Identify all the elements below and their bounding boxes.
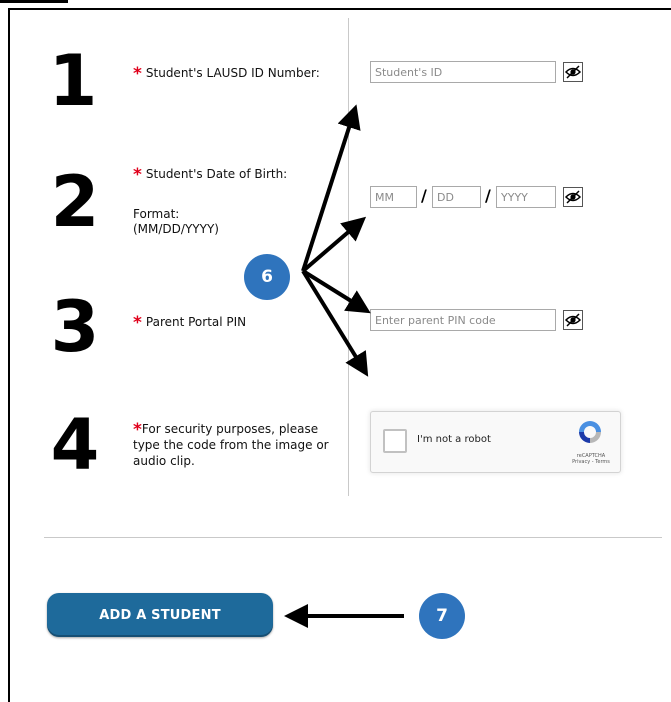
arrow-to-dob <box>301 216 367 273</box>
dob-year-input[interactable] <box>496 186 556 208</box>
eye-icon[interactable] <box>563 310 583 330</box>
dob-month-input[interactable] <box>370 186 417 208</box>
recaptcha-label: I'm not a robot <box>417 434 491 445</box>
frame-top-border <box>8 8 671 10</box>
add-student-button[interactable]: ADD A STUDENT <box>47 593 273 637</box>
captcha-label-text: For security purposes, please type the c… <box>133 422 329 468</box>
frame-tab-line <box>0 0 68 3</box>
column-divider <box>348 18 349 496</box>
arrow-to-pin <box>301 269 371 314</box>
step-number-2: 2 <box>50 161 100 243</box>
step-number-3: 3 <box>50 286 100 368</box>
pin-label: * Parent Portal PIN <box>133 313 247 333</box>
dob-label-text: Student's Date of Birth: <box>145 167 288 181</box>
recaptcha-links[interactable]: Privacy - Terms <box>563 459 619 465</box>
dob-format-label: Format: <box>133 207 180 221</box>
required-marker: * <box>133 420 142 440</box>
student-id-input[interactable] <box>370 61 556 83</box>
recaptcha-logo-icon <box>574 418 606 446</box>
callout-6: 6 <box>244 254 290 300</box>
section-divider <box>44 537 662 538</box>
required-marker: * <box>133 64 142 84</box>
recaptcha-checkbox[interactable] <box>383 429 407 453</box>
arrow-to-captcha <box>301 269 369 377</box>
pin-label-text: Parent Portal PIN <box>145 315 247 329</box>
dob-format-value: (MM/DD/YYYY) <box>133 222 219 236</box>
dob-day-input[interactable] <box>432 186 481 208</box>
arrow-to-student-id <box>301 104 361 272</box>
eye-icon[interactable] <box>563 62 583 82</box>
required-marker: * <box>133 313 142 333</box>
date-separator: / <box>485 186 491 205</box>
captcha-label: *For security purposes, please type the … <box>133 420 333 469</box>
required-marker: * <box>133 165 142 185</box>
step-number-1: 1 <box>48 40 98 122</box>
dob-label: * Student's Date of Birth: <box>133 165 288 185</box>
recaptcha-widget: I'm not a robot reCAPTCHA Privacy - Term… <box>370 411 621 473</box>
pin-input[interactable] <box>370 309 556 331</box>
callout-7: 7 <box>419 593 465 639</box>
student-id-label-text: Student's LAUSD ID Number: <box>145 66 320 80</box>
student-id-label: * Student's LAUSD ID Number: <box>133 64 320 84</box>
date-separator: / <box>421 186 427 205</box>
eye-icon[interactable] <box>563 187 583 207</box>
recaptcha-brand: reCAPTCHA Privacy - Terms <box>563 453 619 465</box>
frame-left-border <box>8 8 10 702</box>
step-number-4: 4 <box>50 404 100 486</box>
